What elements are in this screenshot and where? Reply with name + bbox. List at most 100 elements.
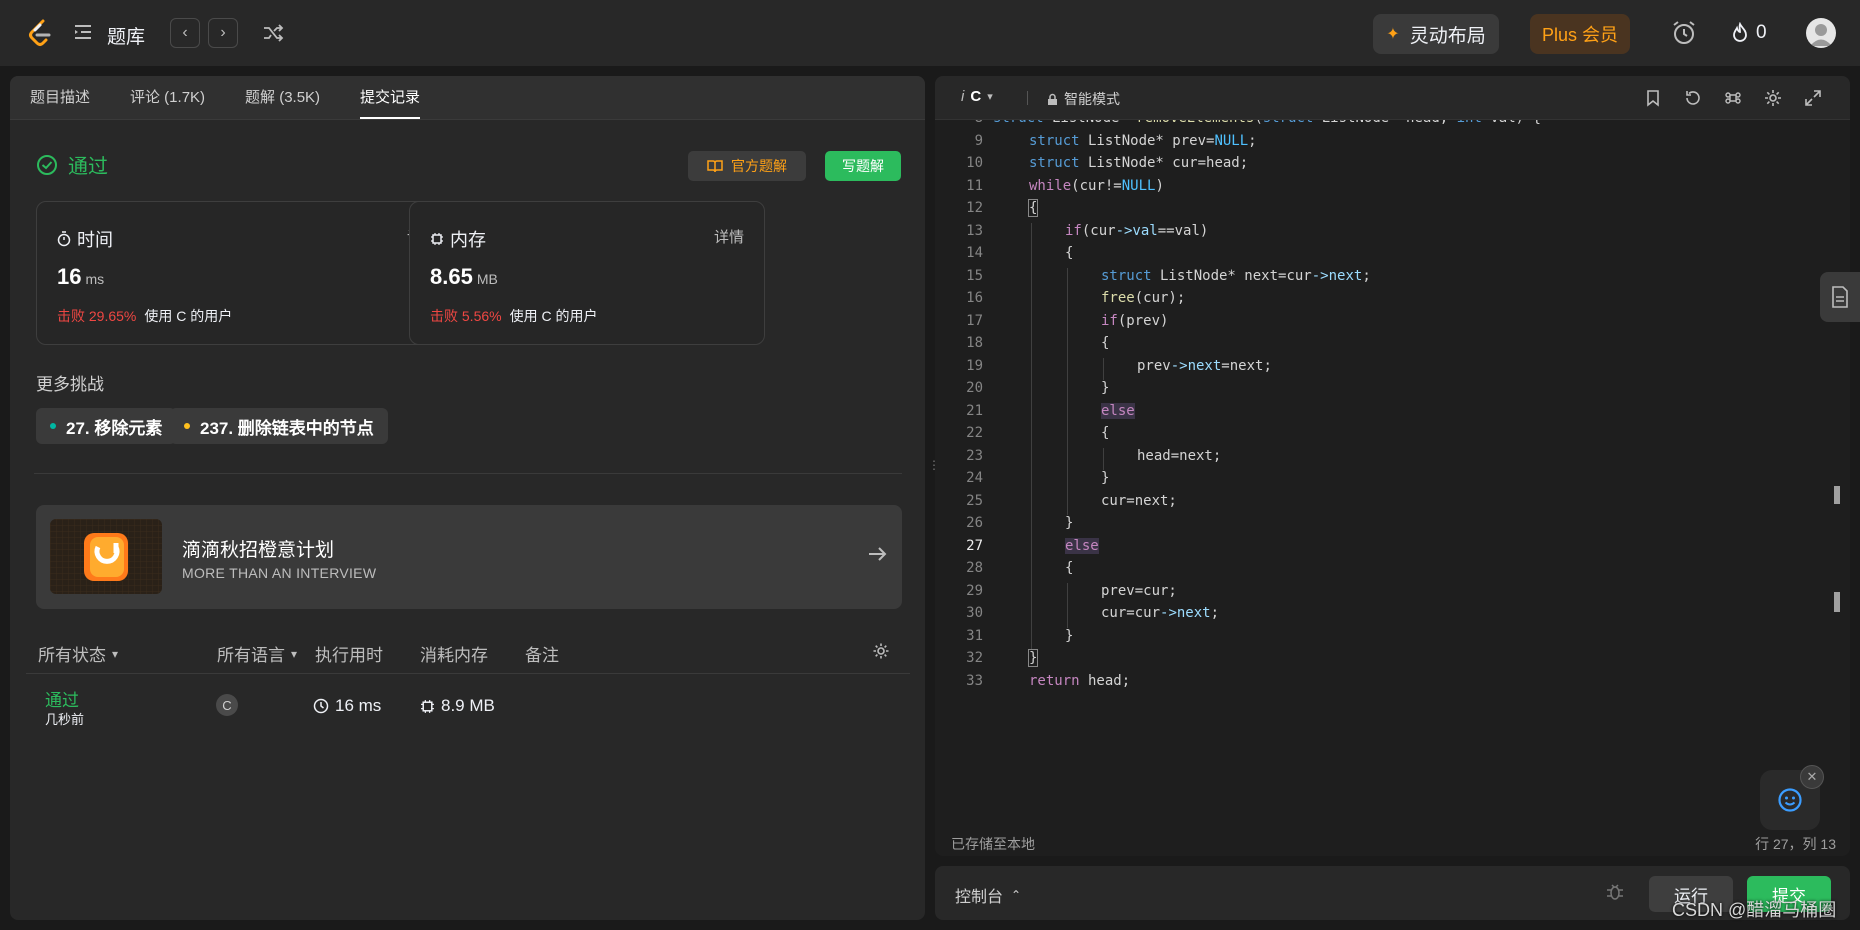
code-line[interactable]: 11 while(cur!=NULL) <box>935 178 1835 200</box>
code-line[interactable]: 22 { <box>935 425 1835 448</box>
console-toggle[interactable]: 控制台 ⌃ <box>955 883 1021 907</box>
code-line[interactable]: 18 { <box>935 335 1835 358</box>
indent-guide <box>1067 402 1068 425</box>
code-line[interactable]: 32} <box>935 649 1835 672</box>
memory-detail-link[interactable]: 详情 <box>714 226 744 247</box>
runtime-card-header: 时间 <box>57 226 113 252</box>
line-number: 24 <box>966 470 983 486</box>
tab-comments[interactable]: 评论 (1.7K) <box>130 86 205 119</box>
smart-mode-toggle[interactable]: 智能模式 <box>1047 89 1120 109</box>
runtime-value: 16 ms <box>57 264 104 290</box>
toolbar-separator <box>1027 91 1028 105</box>
line-number: 9 <box>974 132 983 149</box>
bookmark-icon[interactable] <box>1643 88 1663 108</box>
row-memory: 8.9 MB <box>420 696 495 716</box>
code-line[interactable]: 9 struct ListNode* prev=NULL; <box>935 133 1835 155</box>
table-divider <box>26 673 910 674</box>
write-solution-button[interactable]: 写题解 <box>825 151 901 181</box>
code-line[interactable]: 20} <box>935 380 1835 403</box>
code-text: struct ListNode* cur=head; <box>1029 155 1249 171</box>
promo-banner[interactable]: 滴滴秋招橙意计划 MORE THAN AN INTERVIEW <box>36 505 902 609</box>
code-line[interactable]: 25 cur=next; <box>935 492 1835 515</box>
code-line[interactable]: 26} <box>935 515 1835 538</box>
tab-description[interactable]: 题目描述 <box>30 86 90 119</box>
more-challenges-title: 更多挑战 <box>36 375 104 394</box>
code-line[interactable]: 10 struct ListNode* cur=head; <box>935 155 1835 177</box>
code-text: free(cur); <box>1101 290 1186 306</box>
code-text: while(cur!=NULL) <box>1029 177 1164 194</box>
next-problem-button[interactable]: › <box>208 18 238 48</box>
line-number: 23 <box>966 447 983 464</box>
code-line[interactable]: 16 free(cur); <box>935 290 1835 313</box>
debug-icon[interactable] <box>1605 882 1625 902</box>
indent-guide <box>1031 447 1032 470</box>
indent-guide <box>1067 582 1068 605</box>
language-selector[interactable]: i C ▾ <box>961 88 993 105</box>
code-line[interactable]: 29 prev=cur; <box>935 582 1835 605</box>
close-icon[interactable]: ✕ <box>1800 765 1824 789</box>
alarm-clock-icon[interactable] <box>1670 19 1698 47</box>
code-text: } <box>1101 470 1110 486</box>
avatar[interactable] <box>1806 18 1836 48</box>
code-line[interactable]: 27 else <box>935 537 1835 560</box>
code-line[interactable]: 19 prev->next=next; <box>935 357 1835 380</box>
line-number: 13 <box>966 222 983 239</box>
runtime-beat-percent: 击败 29.65% <box>57 308 137 324</box>
code-line[interactable]: 24} <box>935 470 1835 493</box>
tab-solutions[interactable]: 题解 (3.5K) <box>245 86 320 119</box>
expand-icon[interactable] <box>1803 88 1823 108</box>
code-line[interactable]: 12 { <box>935 199 1835 222</box>
code-line[interactable]: 8 struct ListNode* removeElements(struct … <box>935 120 1835 132</box>
code-line[interactable]: 31} <box>935 627 1835 650</box>
side-notes-button[interactable] <box>1820 272 1860 322</box>
command-icon[interactable] <box>1723 88 1743 108</box>
prev-problem-button[interactable]: ‹ <box>170 18 200 48</box>
code-line[interactable]: 30 cur=cur->next; <box>935 605 1835 628</box>
reset-icon[interactable] <box>1683 88 1703 108</box>
settings-gear-icon[interactable] <box>1763 88 1783 108</box>
plus-membership-button[interactable]: Plus 会员 <box>1530 14 1630 54</box>
challenge-chip-label: 27. 移除元素 <box>66 418 163 438</box>
code-text: cur=next; <box>1101 492 1177 509</box>
gear-icon[interactable] <box>872 642 890 660</box>
streak-counter[interactable]: 0 <box>1730 22 1767 44</box>
memory-beat: 击败 5.56% 使用 C 的用户 <box>430 306 597 326</box>
shuffle-icon[interactable] <box>262 22 284 44</box>
challenge-chip-237[interactable]: 237. 删除链表中的节点 <box>170 408 388 444</box>
status-filter[interactable]: 所有状态 ▾ <box>38 641 118 666</box>
indent-guide <box>1031 515 1032 538</box>
chip-icon <box>421 699 434 713</box>
code-area[interactable]: 8 struct ListNode* removeElements(struct … <box>935 120 1850 695</box>
code-line[interactable]: 23 head=next; <box>935 447 1835 470</box>
dynamic-layout-label: 灵动布局 <box>1409 25 1486 47</box>
code-line[interactable]: 17 if(prev) <box>935 312 1835 335</box>
code-text: { <box>1101 335 1110 351</box>
tab-submissions[interactable]: 提交记录 <box>360 86 421 119</box>
official-solution-button[interactable]: 官方题解 <box>688 151 806 181</box>
challenge-chip-27[interactable]: 27. 移除元素 <box>36 408 177 444</box>
indent-guide <box>1067 492 1068 515</box>
code-line[interactable]: 13 if(cur->val==val) <box>935 222 1835 245</box>
code-line[interactable]: 28 { <box>935 560 1835 583</box>
memory-column-header: 消耗内存 <box>420 646 488 665</box>
row-time-ago: 几秒前 <box>45 712 85 727</box>
code-line[interactable]: 21 else <box>935 402 1835 425</box>
indent-guide <box>1103 447 1104 470</box>
language-filter[interactable]: 所有语言 ▾ <box>217 641 297 666</box>
dynamic-layout-button[interactable]: ✦ 灵动布局 <box>1373 14 1499 54</box>
code-text: { <box>1101 425 1110 441</box>
chevron-up-icon: ⌃ <box>1011 888 1022 902</box>
code-line[interactable]: 15 struct ListNode* next=cur->next; <box>935 267 1835 290</box>
problem-list-icon[interactable] <box>73 22 93 42</box>
problem-bank-link[interactable]: 题库 <box>107 22 145 49</box>
row-status-link[interactable]: 通过 <box>45 686 79 711</box>
line-number: 15 <box>966 267 983 284</box>
indent-guide <box>1067 605 1068 628</box>
leetcode-logo-icon[interactable] <box>26 18 54 48</box>
memory-beat-users: 使用 C 的用户 <box>509 308 598 324</box>
code-line[interactable]: 14 { <box>935 245 1835 268</box>
chevron-left-icon: ‹ <box>182 24 188 41</box>
code-line[interactable]: 33 return head; <box>935 673 1835 695</box>
chevron-down-icon: ▾ <box>987 91 993 103</box>
book-icon <box>707 160 723 173</box>
